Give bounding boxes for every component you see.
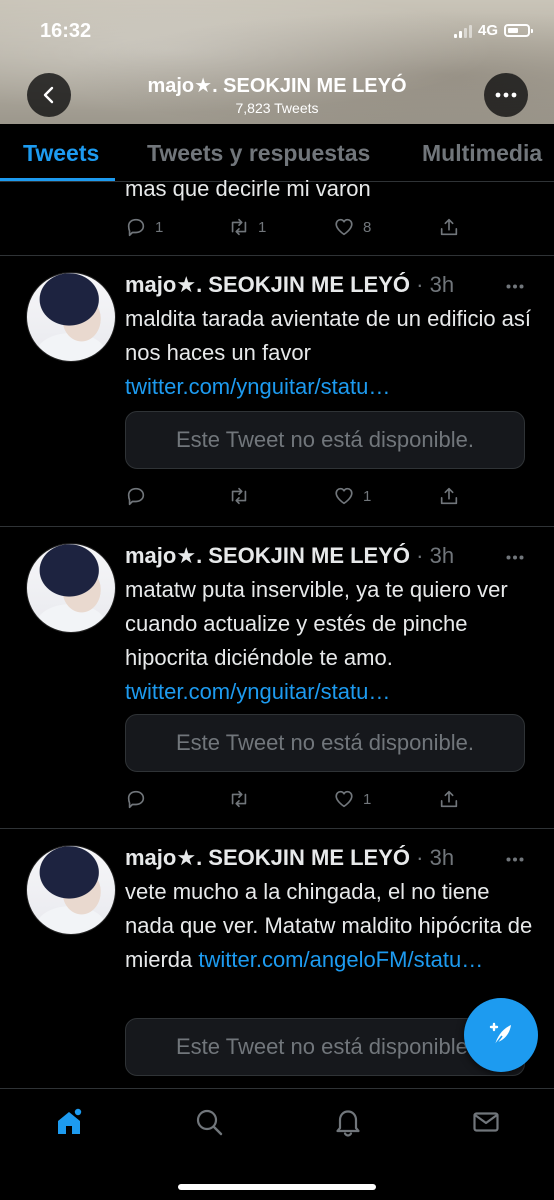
like-count: 8 [363,218,372,236]
signal-icon [453,24,472,38]
like-icon [335,790,353,808]
tweet-separator: · [410,272,430,297]
share-icon [440,218,458,236]
home-indicator [178,1184,376,1190]
status-indicators: 4G [453,22,533,39]
share-button[interactable] [438,216,460,238]
unavailable-tweet-card[interactable]: Este Tweet no está disponible. [125,714,525,772]
tweet-time: 3h [429,543,455,568]
tweet-header: majo★. SEOKJIN ME LEYÓ · 3h [125,845,454,871]
compose-icon [489,1022,511,1046]
more-icon [495,92,517,98]
tweet-more-button[interactable] [506,845,524,868]
tweet-count: 7,823 Tweets [235,100,319,116]
like-button[interactable]: 1 [333,485,371,507]
tab-media[interactable]: Multimedia [422,140,542,167]
unavailable-tweet-card[interactable]: Este Tweet no está disponible. [125,411,525,469]
tweet-header: majo★. SEOKJIN ME LEYÓ · 3h [125,543,454,569]
profile-name: majo★. SEOKJIN ME LEYÓ [147,75,407,97]
share-button[interactable] [438,788,460,810]
tweet-link[interactable]: twitter.com/ynguitar/statu… [125,679,390,704]
home-icon[interactable] [54,1107,84,1137]
tweet-text: mas que decirle mi varon [125,176,371,201]
like-icon [335,487,353,505]
reply-button[interactable] [125,788,147,810]
search-icon[interactable] [194,1107,224,1137]
tweet-separator: · [410,543,430,568]
tweet-text: matatw puta inservible, ya te quiero ver… [125,577,508,670]
tweet-more-button[interactable] [506,272,524,295]
share-icon [440,790,458,808]
tab-tweets[interactable]: Tweets [23,140,99,167]
tweet-link[interactable]: twitter.com/angeloFM/statu… [198,947,483,972]
retweet-count: 1 [258,218,267,236]
tweet-more-button[interactable] [506,543,524,566]
tweet-link[interactable]: twitter.com/ynguitar/statu… [125,374,390,399]
retweet-icon [231,218,247,236]
tweet-text: maldita tarada avientate de un edificio … [125,306,532,365]
retweet-button[interactable] [228,485,250,507]
like-button[interactable]: 1 [333,788,371,810]
tab-tweets-and-replies[interactable]: Tweets y respuestas [147,140,370,167]
status-time: 16:32 [40,20,92,42]
tweet-partial[interactable]: mas que decirle mi varon 1 1 8 [0,176,554,256]
reply-icon [127,218,145,237]
retweet-icon [231,790,247,808]
tweet-author: majo★. SEOKJIN ME LEYÓ [125,845,411,870]
more-icon [506,284,524,289]
like-button[interactable]: 8 [333,216,371,238]
network-label: 4G [477,22,498,39]
active-tab-indicator [0,178,115,181]
tweet[interactable]: majo★. SEOKJIN ME LEYÓ · 3h maldita tara… [0,256,554,527]
retweet-button[interactable]: 1 [228,216,266,238]
compose-tweet-button[interactable] [464,998,538,1072]
retweet-icon [231,487,247,505]
share-icon [440,487,458,505]
tweet-time: 3h [429,845,455,870]
reply-icon [127,487,145,506]
tweet-author: majo★. SEOKJIN ME LEYÓ [125,272,411,297]
tweet-separator: · [410,845,430,870]
tweet-time: 3h [429,272,455,297]
reply-icon [127,790,145,809]
notifications-icon[interactable] [333,1107,363,1137]
more-button[interactable] [484,73,528,117]
avatar[interactable] [26,543,116,633]
like-count: 1 [363,487,372,505]
messages-icon[interactable] [471,1107,501,1137]
like-count: 1 [363,790,372,808]
tweet-author: majo★. SEOKJIN ME LEYÓ [125,543,411,568]
reply-button[interactable] [125,485,147,507]
profile-title: majo★. SEOKJIN ME LEYÓ 7,823 Tweets [0,73,554,116]
reply-count: 1 [155,218,164,236]
share-button[interactable] [438,485,460,507]
more-icon [506,857,524,862]
retweet-button[interactable] [228,788,250,810]
avatar[interactable] [26,272,116,362]
reply-button[interactable]: 1 [125,216,163,238]
tweet-header: majo★. SEOKJIN ME LEYÓ · 3h [125,272,454,298]
like-icon [335,218,353,236]
tweet-body: maldita tarada avientate de un edificio … [125,302,535,404]
tweet[interactable]: majo★. SEOKJIN ME LEYÓ · 3h matatw puta … [0,527,554,829]
battery-icon [504,24,533,37]
tweet-body: vete mucho a la chingada, el no tiene na… [125,875,535,977]
tweet-body: matatw puta inservible, ya te quiero ver… [125,573,535,709]
more-icon [506,555,524,560]
avatar[interactable] [26,845,116,935]
